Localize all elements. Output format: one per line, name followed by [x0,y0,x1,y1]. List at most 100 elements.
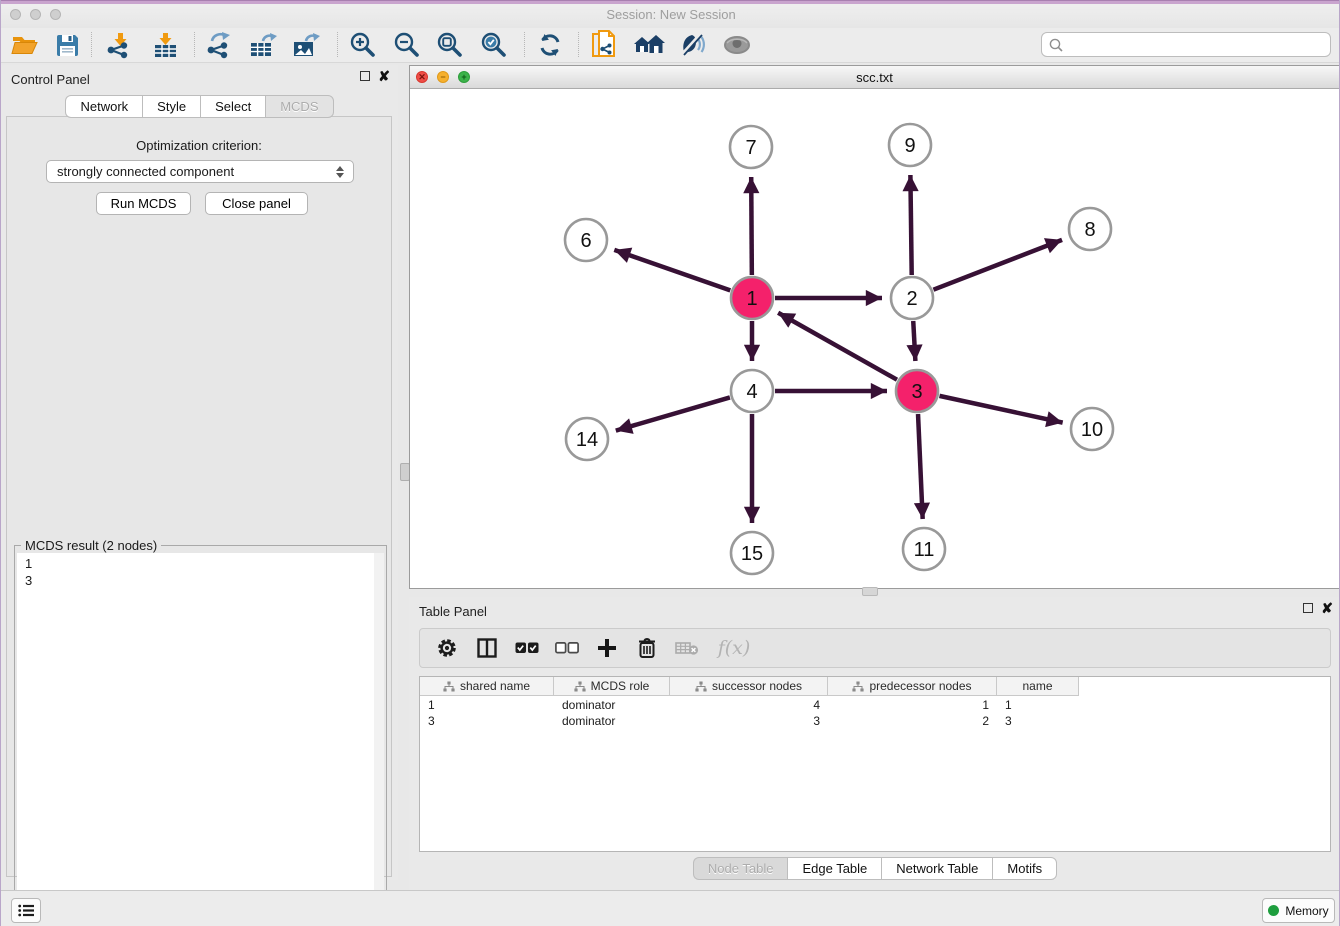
graph-node-14[interactable]: 14 [566,418,608,460]
export-network-icon [206,32,233,59]
node-table[interactable]: shared nameMCDS rolesuccessor nodesprede… [419,676,1331,852]
edge-1-7[interactable] [751,177,752,275]
refresh-icon [537,32,563,58]
tab-edge-table[interactable]: Edge Table [787,857,881,880]
tab-node-table[interactable]: Node Table [693,857,788,880]
eye-slash-button[interactable] [676,29,710,61]
optimization-criterion-label: Optimization criterion: [7,138,391,153]
graph-node-10[interactable]: 10 [1071,408,1113,450]
table-cell[interactable]: 2 [828,713,997,729]
graph-node-8[interactable]: 8 [1069,208,1111,250]
open-session-button[interactable] [8,29,42,61]
search-input[interactable] [1067,36,1330,53]
svg-text:14: 14 [576,429,598,451]
deselect-all-button[interactable] [554,635,580,661]
edge-4-14[interactable] [616,397,730,430]
houses-button[interactable] [632,29,666,61]
column-header-predecessor-nodes[interactable]: predecessor nodes [828,677,997,696]
memory-button-label: Memory [1285,904,1328,918]
table-cell[interactable]: 1 [420,697,554,713]
graph-node-4[interactable]: 4 [731,370,773,412]
mcds-result-text[interactable]: 1 3 [17,553,384,921]
tab-network-table[interactable]: Network Table [881,857,992,880]
table-cell[interactable]: 3 [997,713,1079,729]
svg-text:9: 9 [904,135,915,157]
float-table-panel-icon[interactable] [1303,603,1313,613]
delete-column-button[interactable] [634,635,660,661]
graph-node-3[interactable]: 3 [896,370,938,412]
edge-2-9[interactable] [910,175,911,275]
tab-mcds[interactable]: MCDS [265,95,333,118]
column-header-MCDS-role[interactable]: MCDS role [554,677,670,696]
export-table-button[interactable] [246,29,280,61]
result-scrollbar[interactable] [374,553,384,921]
graph-node-6[interactable]: 6 [565,219,607,261]
table-cell[interactable]: 3 [420,713,554,729]
run-mcds-button[interactable]: Run MCDS [96,192,191,215]
column-header-shared-name[interactable]: shared name [420,677,554,696]
edge-2-8[interactable] [933,240,1062,290]
table-cell[interactable]: dominator [554,697,670,713]
zoom-in-button[interactable] [346,29,380,61]
table-cell[interactable]: 1 [828,697,997,713]
create-column-button[interactable] [594,635,620,661]
table-cell[interactable]: 3 [670,713,828,729]
network-file-button[interactable] [588,29,622,61]
edge-3-1[interactable] [778,313,897,380]
svg-text:6: 6 [580,230,591,252]
column-header-successor-nodes[interactable]: successor nodes [670,677,828,696]
network-graph-canvas[interactable]: 1 2 3 4 6 7 8 9 10 11 14 15 [411,89,1338,587]
graph-node-1[interactable]: 1 [731,277,773,319]
graph-node-11[interactable]: 11 [903,528,945,570]
graph-node-7[interactable]: 7 [730,126,772,168]
window-title: Session: New Session [1,7,1340,22]
import-table-button[interactable] [149,29,183,61]
search-field[interactable] [1041,32,1331,57]
refresh-button[interactable] [533,29,567,61]
table-row[interactable]: 3dominator323 [420,713,1079,729]
window-titlebar: Session: New Session [1,0,1340,29]
import-network-icon [106,32,133,59]
tab-select[interactable]: Select [200,95,265,118]
network-window-titlebar[interactable]: ✕ − + scc.txt [410,66,1339,89]
graph-node-9[interactable]: 9 [889,124,931,166]
graph-node-15[interactable]: 15 [731,532,773,574]
tab-network[interactable]: Network [65,95,142,118]
edge-3-10[interactable] [939,396,1062,423]
table-cell[interactable]: 4 [670,697,828,713]
zoom-selected-button[interactable] [477,29,511,61]
table-row[interactable]: 1dominator411 [420,697,1079,713]
close-table-panel-icon[interactable]: ✘ [1321,603,1333,613]
column-header-name[interactable]: name [997,677,1079,696]
open-folder-icon [11,33,39,57]
network-table-splitter-handle[interactable] [862,587,878,596]
table-panel-title: Table Panel [419,604,487,619]
edge-1-6[interactable] [614,250,730,291]
table-cell[interactable]: dominator [554,713,670,729]
memory-button[interactable]: Memory [1262,898,1335,923]
float-panel-icon[interactable] [360,71,370,81]
table-cell[interactable]: 1 [997,697,1079,713]
tab-style[interactable]: Style [142,95,200,118]
criterion-select[interactable]: strongly connected component [46,160,354,183]
close-panel-button[interactable]: Close panel [205,192,308,215]
export-network-button[interactable] [202,29,236,61]
list-icon [18,904,34,917]
column-label: name [1022,679,1052,693]
zoom-fit-button[interactable] [433,29,467,61]
table-settings-button[interactable] [434,635,460,661]
edge-2-3[interactable] [913,321,915,361]
save-session-button[interactable] [50,29,84,61]
eye-button[interactable] [720,29,754,61]
graph-node-2[interactable]: 2 [891,277,933,319]
select-all-button[interactable] [514,635,540,661]
window-accent-strip [1,0,1340,4]
export-image-button[interactable] [289,29,323,61]
close-panel-icon[interactable]: ✘ [378,71,390,81]
import-network-button[interactable] [102,29,136,61]
show-columns-button[interactable] [474,635,500,661]
zoom-out-button[interactable] [390,29,424,61]
tab-motifs[interactable]: Motifs [992,857,1057,880]
task-history-button[interactable] [11,898,41,923]
edge-3-11[interactable] [918,414,923,519]
